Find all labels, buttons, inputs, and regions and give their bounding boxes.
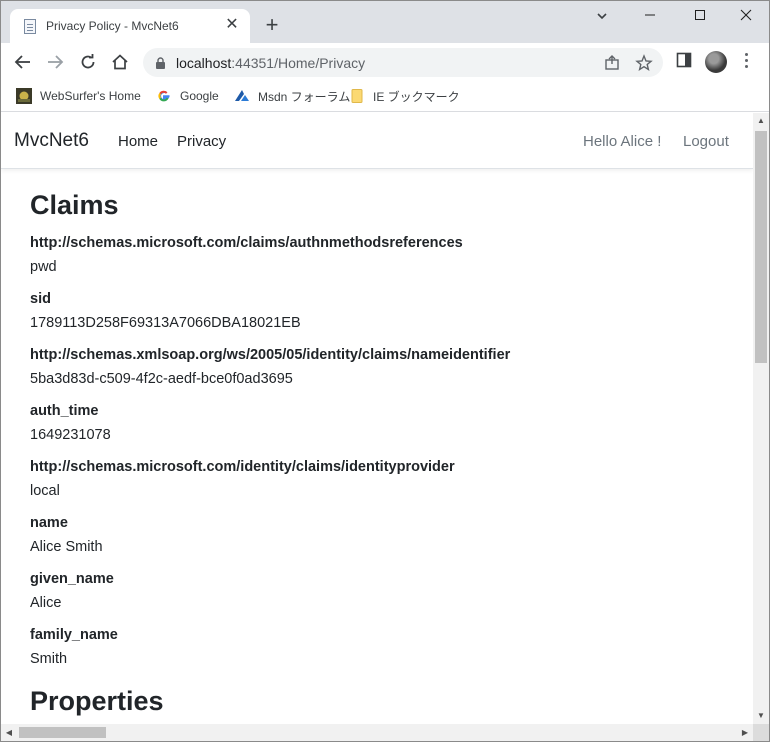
properties-heading: Properties <box>30 686 164 716</box>
bookmark-label: Google <box>180 89 219 103</box>
forward-arrow-icon <box>48 55 64 69</box>
claim-item: http://schemas.microsoft.com/claims/auth… <box>30 231 730 279</box>
browser-menu-icon[interactable] <box>745 53 749 71</box>
claim-value: Smith <box>30 651 68 667</box>
scrollbar-corner <box>753 724 769 741</box>
tab-search-chevron-icon[interactable] <box>595 9 609 23</box>
bookmark-star-icon[interactable] <box>635 54 653 72</box>
claim-item: http://schemas.xmlsoap.org/ws/2005/05/id… <box>30 343 730 391</box>
forward-button[interactable] <box>43 50 67 74</box>
claim-type: http://schemas.microsoft.com/identity/cl… <box>30 459 455 475</box>
tab-title: Privacy Policy - MvcNet6 <box>46 19 179 33</box>
home-button[interactable] <box>108 50 132 74</box>
claim-type: auth_time <box>30 403 99 419</box>
scroll-down-arrow-icon[interactable]: ▼ <box>753 708 769 724</box>
profile-avatar[interactable] <box>705 51 727 73</box>
horizontal-scrollbar[interactable]: ◀ ▶ <box>1 724 753 741</box>
claim-value: 5ba3d83d-c509-4f2c-aedf-bce0f0ad3695 <box>30 371 293 387</box>
nav-privacy[interactable]: Privacy <box>177 133 226 150</box>
claim-type: name <box>30 515 68 531</box>
scroll-left-arrow-icon[interactable]: ◀ <box>1 724 17 741</box>
url-path: :44351/Home/Privacy <box>231 55 366 71</box>
bookmark-msdn-forum[interactable]: Msdn フォーラム <box>234 87 350 105</box>
nav-home[interactable]: Home <box>118 133 158 150</box>
claim-item: name Alice Smith <box>30 511 730 559</box>
home-icon <box>112 54 128 70</box>
claim-item: family_name Smith <box>30 623 730 671</box>
vertical-scrollbar[interactable]: ▲ ▼ <box>753 113 769 724</box>
reload-icon <box>81 54 95 69</box>
page-favicon-icon <box>24 19 36 34</box>
site-brand[interactable]: MvcNet6 <box>14 130 89 152</box>
bookmark-websurfers-home[interactable]: WebSurfer's Home <box>16 87 141 105</box>
claim-value: Alice Smith <box>30 539 103 555</box>
claim-type: http://schemas.microsoft.com/claims/auth… <box>30 235 463 251</box>
url-text[interactable]: localhost:44351/Home/Privacy <box>176 55 365 71</box>
websurfer-icon <box>16 88 32 104</box>
back-arrow-icon <box>14 55 30 69</box>
claims-list: http://schemas.microsoft.com/claims/auth… <box>30 231 730 671</box>
minimize-button[interactable] <box>627 5 673 29</box>
claim-value: 1789113D258F69313A7066DBA18021EB <box>30 315 301 331</box>
horizontal-scroll-thumb[interactable] <box>19 727 106 738</box>
close-window-button[interactable] <box>723 5 769 29</box>
bookmark-label: Msdn フォーラム <box>258 89 351 104</box>
new-tab-button[interactable]: + <box>260 14 284 38</box>
google-icon <box>158 90 170 102</box>
page-viewport: MvcNet6 Home Privacy Hello Alice ! Logou… <box>1 113 753 724</box>
claim-item: http://schemas.microsoft.com/identity/cl… <box>30 455 730 503</box>
maximize-icon <box>695 10 705 20</box>
tab-strip: Privacy Policy - MvcNet6 ✕ + <box>1 1 769 43</box>
claim-value: 1649231078 <box>30 427 111 443</box>
claim-value: pwd <box>30 259 57 275</box>
close-icon <box>740 9 752 21</box>
address-bar[interactable]: localhost:44351/Home/Privacy <box>143 48 663 77</box>
claim-value: Alice <box>30 595 62 611</box>
bookmark-ie-folder[interactable]: IE ブックマーク <box>349 87 460 105</box>
claim-type: family_name <box>30 627 118 643</box>
reload-button[interactable] <box>76 50 100 74</box>
claim-type: given_name <box>30 571 114 587</box>
claim-value: local <box>30 483 60 499</box>
claim-item: given_name Alice <box>30 567 730 615</box>
site-navbar: MvcNet6 Home Privacy Hello Alice ! Logou… <box>1 113 753 169</box>
minimize-icon <box>645 14 655 16</box>
browser-toolbar: localhost:44351/Home/Privacy <box>1 43 769 81</box>
scroll-up-arrow-icon[interactable]: ▲ <box>753 113 769 129</box>
bookmark-google[interactable]: Google <box>156 87 219 105</box>
claim-type: http://schemas.xmlsoap.org/ws/2005/05/id… <box>30 347 511 363</box>
browser-window: Privacy Policy - MvcNet6 ✕ + localhost:4… <box>0 0 770 742</box>
bookmark-label: IE ブックマーク <box>373 89 460 104</box>
tab-close-icon[interactable]: ✕ <box>223 16 241 34</box>
side-panel-icon[interactable] <box>676 52 692 68</box>
scroll-right-arrow-icon[interactable]: ▶ <box>737 724 753 741</box>
maximize-button[interactable] <box>677 5 723 29</box>
claims-heading: Claims <box>30 190 119 220</box>
folder-icon <box>351 89 363 103</box>
back-button[interactable] <box>11 50 35 74</box>
tab-privacy-policy[interactable]: Privacy Policy - MvcNet6 ✕ <box>10 9 250 43</box>
logout-link[interactable]: Logout <box>683 133 729 150</box>
bookmark-label: WebSurfer's Home <box>40 89 141 103</box>
msdn-icon <box>235 90 249 101</box>
claim-item: sid 1789113D258F69313A7066DBA18021EB <box>30 287 730 335</box>
url-host: localhost <box>176 55 232 71</box>
share-icon[interactable] <box>603 54 621 72</box>
claim-type: sid <box>30 291 51 307</box>
lock-icon[interactable] <box>155 57 166 69</box>
user-greeting[interactable]: Hello Alice ! <box>583 133 661 150</box>
bookmarks-bar: WebSurfer's Home Google Msdn フォーラム IE ブッ… <box>1 81 769 112</box>
main-content: Claims http://schemas.microsoft.com/clai… <box>30 189 730 679</box>
claim-item: auth_time 1649231078 <box>30 399 730 447</box>
vertical-scroll-thumb[interactable] <box>755 131 767 363</box>
